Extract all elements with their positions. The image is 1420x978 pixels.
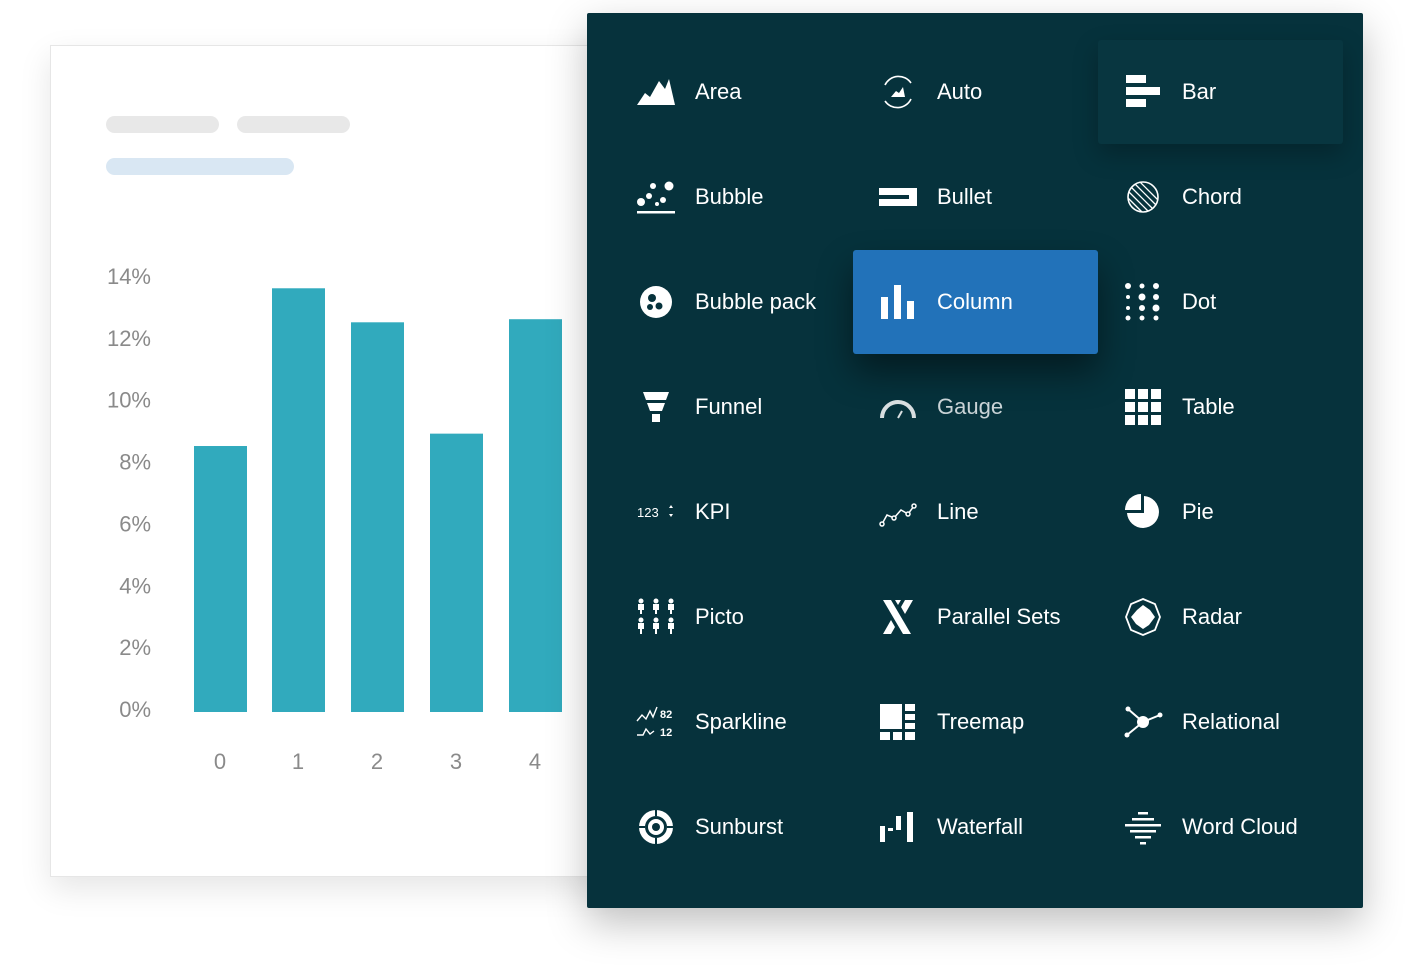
chart-type-funnel[interactable]: Funnel [587, 355, 832, 459]
chart-type-label: Parallel Sets [937, 604, 1061, 629]
dot-icon [1125, 283, 1160, 321]
chart-type-label: Picto [695, 604, 744, 629]
chart-type-label: Area [695, 79, 742, 104]
y-tick-label: 10% [107, 388, 151, 413]
chart-type-label: Waterfall [937, 814, 1023, 839]
sparkline-icon: 82 12 [636, 706, 672, 739]
bar-0 [194, 446, 247, 712]
kpi-icon: 123 [637, 505, 673, 520]
y-tick-label: 6% [119, 511, 151, 536]
svg-text:12: 12 [660, 727, 672, 739]
chart-type-table[interactable]: Table [1098, 355, 1343, 459]
parallel-sets-icon [883, 600, 913, 634]
chart-type-bar[interactable]: Bar [1098, 40, 1343, 144]
y-tick-label: 12% [107, 326, 151, 351]
chart-type-label: Relational [1182, 709, 1280, 734]
x-tick-label: 4 [529, 749, 541, 774]
bar-2 [351, 322, 404, 712]
picto-icon [638, 598, 674, 634]
chart-type-gauge[interactable]: Gauge [853, 355, 1098, 459]
chart-type-area[interactable]: Area [587, 40, 832, 144]
y-tick-label: 4% [119, 573, 151, 598]
chart-type-bullet[interactable]: Bullet [853, 145, 1098, 249]
chart-type-dot[interactable]: Dot [1098, 250, 1343, 354]
chart-type-bubble[interactable]: Bubble [587, 145, 832, 249]
chart-type-label: Table [1182, 394, 1235, 419]
bubble-pack-icon [640, 286, 672, 318]
chart-type-label: Column [937, 289, 1013, 314]
pie-icon [1125, 494, 1159, 528]
bullet-icon [879, 188, 917, 206]
chart-type-label: Pie [1182, 499, 1214, 524]
chart-type-line[interactable]: Line [853, 460, 1098, 564]
chart-type-label: Chord [1182, 184, 1242, 209]
chart-type-label: Treemap [937, 709, 1025, 734]
chart-type-auto[interactable]: Auto [853, 40, 1098, 144]
chart-type-label: Auto [937, 79, 983, 104]
y-tick-label: 14% [107, 264, 151, 289]
chart-type-label: Sunburst [695, 814, 784, 839]
chart-type-label: Funnel [695, 394, 763, 419]
chart-type-label: Sparkline [695, 709, 787, 734]
column-chart: 0% 2% 4% 6% 8% 10% 12% 14% 0 1 2 3 4 [107, 264, 562, 774]
bubble-icon [637, 181, 675, 214]
chart-type-label: Gauge [937, 394, 1004, 419]
chord-icon [1127, 181, 1159, 213]
bar-icon [1126, 75, 1160, 107]
word-cloud-icon [1125, 812, 1161, 845]
table-icon [1125, 389, 1161, 425]
x-tick-label: 3 [450, 749, 462, 774]
chart-type-treemap[interactable]: Treemap [853, 670, 1098, 774]
chart-type-sunburst[interactable]: Sunburst [587, 775, 832, 879]
chart-type-bubble-pack[interactable]: Bubble pack [587, 250, 832, 354]
chart-type-label: KPI [695, 499, 731, 524]
chart-type-parallel-sets[interactable]: Parallel Sets [853, 565, 1098, 669]
chart-type-picto[interactable]: Picto [587, 565, 832, 669]
relational-icon [1124, 706, 1163, 738]
chart-type-label: Bubble pack [695, 289, 817, 314]
svg-text:123: 123 [637, 505, 659, 520]
chart-type-label: Radar [1182, 604, 1242, 629]
y-tick-label: 8% [119, 450, 151, 475]
svg-text:82: 82 [660, 709, 672, 721]
chart-type-chord[interactable]: Chord [1098, 145, 1343, 249]
chart-type-word-cloud[interactable]: Word Cloud [1098, 775, 1343, 879]
treemap-icon [880, 704, 915, 740]
chart-type-label: Line [937, 499, 979, 524]
x-tick-label: 0 [214, 749, 226, 774]
bar-1 [272, 288, 325, 712]
funnel-icon [643, 392, 669, 422]
chart-type-label: Bullet [937, 184, 993, 209]
chart-type-radar[interactable]: Radar [1098, 565, 1343, 669]
auto-icon [884, 75, 912, 109]
waterfall-icon [880, 812, 913, 842]
chart-type-waterfall[interactable]: Waterfall [853, 775, 1098, 879]
chart-type-picker: Area Auto Bar Bubble Bullet Chord Bubble pack C… [587, 13, 1363, 908]
bar-3 [430, 433, 483, 712]
line-icon [879, 503, 917, 527]
column-icon [881, 285, 914, 319]
chart-type-kpi[interactable]: 123 KPI [587, 460, 832, 564]
y-tick-label: 2% [119, 635, 151, 660]
y-tick-label: 0% [119, 697, 151, 722]
chart-type-label: Bar [1182, 79, 1217, 104]
sunburst-icon [637, 808, 675, 846]
bar-4 [509, 319, 562, 712]
chart-type-label: Word Cloud [1182, 814, 1298, 839]
x-tick-label: 1 [292, 749, 304, 774]
chart-type-relational[interactable]: Relational [1098, 670, 1343, 774]
chart-preview-card: 0% 2% 4% 6% 8% 10% 12% 14% 0 1 2 3 4 [50, 45, 612, 877]
chart-type-label: Dot [1182, 289, 1217, 314]
x-tick-label: 2 [371, 749, 383, 774]
chart-type-pie[interactable]: Pie [1098, 460, 1343, 564]
chart-type-label: Bubble [695, 184, 764, 209]
area-icon [637, 79, 675, 105]
chart-type-column[interactable]: Column [853, 250, 1098, 354]
gauge-icon [880, 400, 916, 419]
chart-type-sparkline[interactable]: 82 12 Sparkline [587, 670, 832, 774]
radar-icon [1125, 598, 1161, 636]
